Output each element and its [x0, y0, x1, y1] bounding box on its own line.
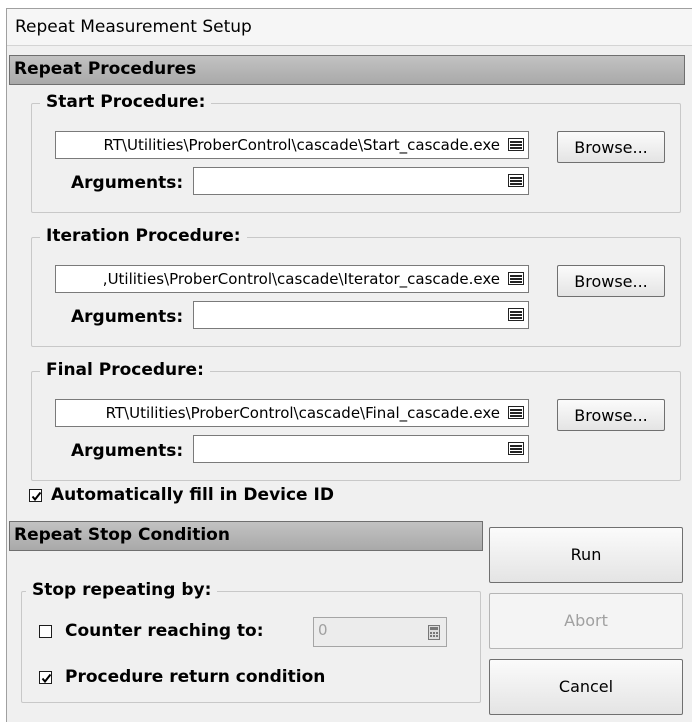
calculator-icon — [428, 625, 440, 644]
window-title: Repeat Measurement Setup — [15, 17, 252, 37]
auto-fill-device-id-label[interactable]: Automatically fill in Device ID — [51, 485, 334, 505]
final-arguments-label: Arguments: — [71, 441, 184, 461]
counter-value-field: 0 — [313, 617, 447, 647]
iteration-procedure-path-field[interactable]: ,Utilities\ProberControl\cascade\Iterato… — [55, 265, 529, 293]
repeat-procedures-title: Repeat Procedures — [14, 59, 197, 79]
start-arguments-label: Arguments: — [71, 173, 184, 193]
iteration-procedure-path-value: ,Utilities\ProberControl\cascade\Iterato… — [102, 270, 500, 288]
procedure-return-label[interactable]: Procedure return condition — [65, 667, 325, 687]
final-browse-label: Browse... — [574, 406, 648, 425]
final-procedure-path-field[interactable]: RT\Utilities\ProberControl\cascade\Final… — [55, 399, 529, 427]
dialog-window: Repeat Measurement Setup Repeat Procedur… — [6, 8, 692, 722]
final-browse-button[interactable]: Browse... — [557, 399, 665, 431]
keyboard-icon[interactable] — [508, 138, 524, 151]
iteration-arguments-label: Arguments: — [71, 307, 184, 327]
auto-fill-device-id-checkbox[interactable] — [29, 489, 42, 502]
keyboard-icon[interactable] — [508, 442, 524, 455]
iteration-browse-button[interactable]: Browse... — [557, 265, 665, 297]
counter-reaching-checkbox[interactable] — [39, 625, 52, 638]
stop-repeating-label: Stop repeating by: — [26, 580, 218, 600]
final-arguments-field[interactable] — [193, 435, 529, 463]
final-procedure-label: Final Procedure: — [40, 360, 210, 380]
procedure-return-checkbox[interactable] — [39, 671, 52, 684]
repeat-procedures-header: Repeat Procedures — [9, 55, 685, 85]
iteration-browse-label: Browse... — [574, 272, 648, 291]
abort-label: Abort — [564, 611, 608, 630]
cancel-button[interactable]: Cancel — [489, 659, 683, 715]
final-procedure-path-value: RT\Utilities\ProberControl\cascade\Final… — [105, 404, 500, 422]
counter-value: 0 — [318, 621, 328, 639]
start-arguments-field[interactable] — [193, 167, 529, 195]
keyboard-icon[interactable] — [508, 174, 524, 187]
keyboard-icon[interactable] — [508, 308, 524, 321]
iteration-procedure-label: Iteration Procedure: — [40, 226, 247, 246]
keyboard-icon[interactable] — [508, 272, 524, 285]
counter-reaching-label[interactable]: Counter reaching to: — [65, 621, 264, 641]
checkmark-icon — [41, 673, 52, 684]
keyboard-icon[interactable] — [508, 406, 524, 419]
start-browse-button[interactable]: Browse... — [557, 131, 665, 163]
cancel-label: Cancel — [558, 677, 614, 696]
run-label: Run — [570, 545, 602, 564]
run-button[interactable]: Run — [489, 527, 683, 583]
checkmark-icon — [31, 491, 42, 502]
repeat-stop-condition-title: Repeat Stop Condition — [14, 525, 230, 545]
title-bar[interactable]: Repeat Measurement Setup — [7, 9, 692, 46]
start-procedure-path-value: RT\Utilities\ProberControl\cascade\Start… — [103, 136, 500, 154]
start-browse-label: Browse... — [574, 138, 648, 157]
start-procedure-label: Start Procedure: — [40, 92, 212, 112]
repeat-stop-condition-header: Repeat Stop Condition — [9, 521, 483, 551]
iteration-arguments-field[interactable] — [193, 301, 529, 329]
start-procedure-path-field[interactable]: RT\Utilities\ProberControl\cascade\Start… — [55, 131, 529, 159]
abort-button[interactable]: Abort — [489, 593, 683, 649]
